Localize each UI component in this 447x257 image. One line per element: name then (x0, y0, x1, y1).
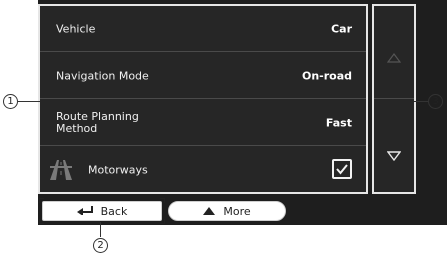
setting-value: On-road (301, 69, 352, 82)
setting-row-route-planning-method[interactable]: Route Planning Method Fast (40, 100, 366, 146)
setting-label-line2: Method (56, 121, 98, 135)
back-button[interactable]: Back (42, 201, 162, 221)
scrollbar-divider (374, 98, 414, 99)
callout-1: 1 (3, 94, 18, 109)
motorways-checkbox[interactable] (332, 159, 352, 179)
setting-row-navigation-mode[interactable]: Navigation Mode On-road (40, 53, 366, 99)
scroll-down-icon[interactable] (386, 146, 402, 165)
setting-label: Vehicle (56, 22, 96, 35)
setting-label: Motorways (88, 163, 148, 177)
setting-row-motorways[interactable]: Motorways (40, 147, 366, 193)
callout-leader (100, 222, 101, 237)
setting-label: Navigation Mode (56, 69, 149, 82)
callout-leader (18, 101, 40, 102)
more-button-label: More (223, 204, 251, 218)
setting-row-vehicle[interactable]: Vehicle Car (40, 6, 366, 52)
back-arrow-icon (76, 205, 93, 218)
bracket-corner (39, 198, 44, 203)
more-button[interactable]: More (168, 201, 286, 221)
settings-list: Vehicle Car Navigation Mode On-road Rout… (38, 4, 368, 194)
scrollbar[interactable] (372, 4, 416, 194)
check-icon (336, 164, 348, 175)
setting-value: Car (331, 22, 352, 35)
scroll-up-icon[interactable] (386, 48, 402, 67)
callout-2: 2 (93, 238, 108, 253)
setting-label: Route Planning Method (56, 110, 139, 135)
bracket-corner (39, 219, 44, 224)
motorway-icon (50, 160, 72, 180)
setting-value: Fast (325, 116, 352, 129)
bracket-corner (160, 198, 165, 203)
callout-3: 3 (428, 94, 443, 109)
bracket-corner (160, 219, 165, 224)
back-button-label: Back (100, 204, 128, 218)
chevron-up-icon (203, 205, 216, 218)
callout-leader (414, 101, 428, 102)
